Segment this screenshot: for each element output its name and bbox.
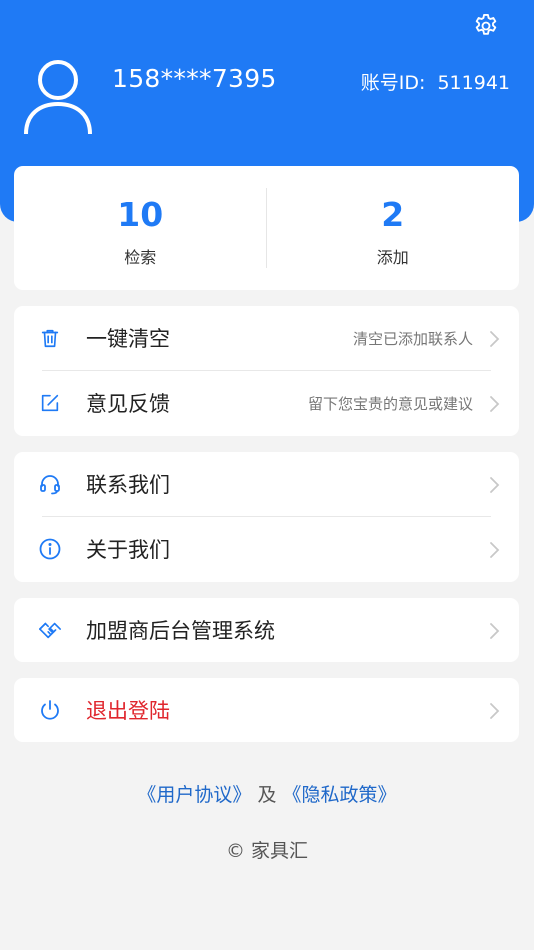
chevron-right-icon bbox=[490, 703, 500, 719]
user-phone: 158****7395 bbox=[112, 64, 277, 93]
account-id: 账号ID: 511941 bbox=[361, 68, 510, 95]
chevron-right-icon bbox=[490, 542, 500, 558]
menu-item-feedback[interactable]: 意见反馈 留下您宝贵的意见或建议 bbox=[14, 371, 519, 436]
stats-card: 10 检索 2 添加 bbox=[14, 166, 519, 290]
menu-card-1: 一键清空 清空已添加联系人 意见反馈 留下您宝贵的意见或建议 bbox=[14, 306, 519, 436]
menu-card-3: 加盟商后台管理系统 bbox=[14, 598, 519, 662]
settings-button[interactable] bbox=[470, 10, 502, 42]
stat-search-label: 检索 bbox=[124, 248, 157, 267]
chevron-right-icon bbox=[490, 396, 500, 412]
menu-item-label: 退出登陆 bbox=[86, 699, 170, 723]
account-id-label: 账号ID: bbox=[360, 72, 426, 94]
info-icon bbox=[38, 537, 62, 561]
menu-card-2: 联系我们 关于我们 bbox=[14, 452, 519, 582]
menu-card-4: 退出登陆 bbox=[14, 678, 519, 742]
menu-item-franchise[interactable]: 加盟商后台管理系统 bbox=[14, 598, 519, 663]
chevron-right-icon bbox=[490, 477, 500, 493]
avatar[interactable] bbox=[22, 58, 94, 136]
stat-divider bbox=[266, 188, 267, 268]
privacy-policy-link[interactable]: 《隐私政策》 bbox=[283, 784, 397, 806]
menu-item-label: 加盟商后台管理系统 bbox=[86, 619, 275, 643]
copyright-symbol: © bbox=[225, 840, 245, 862]
stat-added-count: 2 bbox=[381, 195, 405, 234]
account-id-value: 511941 bbox=[437, 72, 510, 94]
menu-item-desc: 留下您宝贵的意见或建议 bbox=[307, 395, 473, 413]
stat-added-label: 添加 bbox=[376, 248, 409, 267]
stat-search[interactable]: 10 检索 bbox=[14, 166, 267, 290]
stat-added[interactable]: 2 添加 bbox=[267, 166, 520, 290]
menu-item-label: 关于我们 bbox=[86, 538, 170, 562]
trash-icon bbox=[38, 326, 62, 350]
menu-item-label: 联系我们 bbox=[86, 473, 170, 497]
menu-item-label: 意见反馈 bbox=[86, 392, 170, 416]
menu-item-clear[interactable]: 一键清空 清空已添加联系人 bbox=[14, 306, 519, 371]
edit-icon bbox=[38, 391, 62, 415]
stat-search-count: 10 bbox=[117, 195, 164, 234]
user-agreement-link[interactable]: 《用户协议》 bbox=[137, 784, 251, 806]
legal-links: 《用户协议》 及 《隐私政策》 bbox=[0, 780, 534, 807]
gear-icon bbox=[475, 13, 497, 35]
user-icon bbox=[24, 60, 92, 135]
menu-item-contact[interactable]: 联系我们 bbox=[14, 452, 519, 517]
links-separator: 及 bbox=[257, 784, 277, 806]
power-icon bbox=[38, 698, 62, 722]
menu-item-desc: 清空已添加联系人 bbox=[352, 330, 473, 348]
handshake-icon bbox=[38, 618, 62, 642]
chevron-right-icon bbox=[490, 623, 500, 639]
menu-item-label: 一键清空 bbox=[86, 327, 170, 351]
menu-item-about[interactable]: 关于我们 bbox=[14, 517, 519, 582]
copyright: © 家具汇 bbox=[0, 836, 534, 863]
chevron-right-icon bbox=[490, 331, 500, 347]
logout-button[interactable]: 退出登陆 bbox=[14, 678, 519, 743]
copyright-text: 家具汇 bbox=[251, 840, 309, 862]
headset-icon bbox=[38, 472, 62, 496]
